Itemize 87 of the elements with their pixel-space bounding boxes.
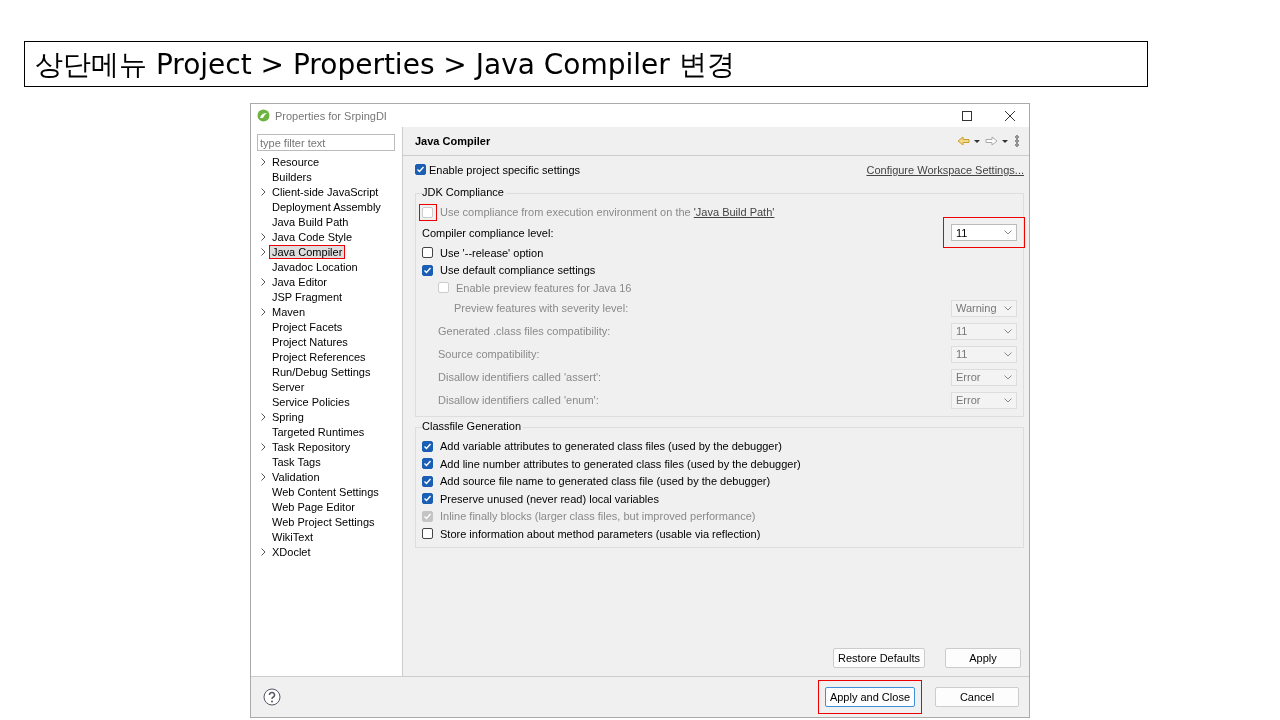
group-title: Classfile Generation [422, 419, 524, 432]
tree-item[interactable]: Web Project Settings [269, 514, 378, 529]
tree-item[interactable]: Project References [269, 349, 369, 364]
tree-item[interactable]: Project Facets [269, 319, 346, 334]
forward-arrow-icon[interactable] [985, 136, 1009, 146]
tree-item[interactable]: Task Tags [269, 454, 324, 469]
page-title: Java Compiler [415, 135, 492, 147]
chevron-down-icon [1004, 230, 1012, 235]
checkbox-label: Use '--release' option [440, 246, 544, 259]
chevron-down-icon [1004, 305, 1012, 311]
tree-item[interactable]: Targeted Runtimes [269, 424, 368, 439]
leaf-logo-icon [257, 109, 270, 122]
tree-item[interactable]: Java Code Style [269, 229, 356, 244]
checkbox[interactable] [422, 458, 433, 470]
configure-link[interactable]: Configure Workspace Settings... [866, 163, 1024, 176]
checkbox-label: Add source file name to generated class file (used by the debugger) [440, 475, 771, 488]
window-title: Properties for SrpingDI [275, 109, 388, 122]
back-arrow-icon[interactable] [957, 136, 981, 146]
tree-item[interactable]: Server [269, 379, 308, 394]
slide-title: 상단메뉴 Project > Properties > Java Compiler 변경 [24, 41, 1148, 87]
tree-item[interactable]: Builders [269, 169, 315, 184]
chevron-right-icon[interactable] [260, 277, 266, 286]
tree-item[interactable]: Project Natures [269, 334, 351, 349]
tree-item[interactable]: WikiText [269, 529, 316, 544]
chevron-right-icon[interactable] [260, 307, 266, 316]
dialog-button[interactable]: Apply [945, 648, 1021, 668]
tree-item[interactable]: JSP Fragment [269, 289, 346, 304]
setting-label: Compiler compliance level: [422, 226, 554, 239]
chevron-right-icon[interactable] [260, 412, 266, 421]
setting-label: Disallow identifiers called 'enum': [438, 394, 599, 406]
dialog-button[interactable]: Restore Defaults [833, 648, 925, 668]
tree-item[interactable]: Java Editor [269, 274, 331, 289]
tree-item[interactable]: Service Policies [269, 394, 353, 409]
checkbox-label: Store information about method parameters (usable via reflection) [440, 527, 761, 540]
chevron-down-icon [1004, 328, 1012, 334]
close-icon[interactable] [1005, 110, 1015, 121]
setting-label: Source compatibility: [438, 348, 540, 360]
chevron-right-icon[interactable] [260, 157, 266, 166]
checkbox-label: Preserve unused (never read) local variables [440, 492, 659, 505]
setting-label: Disallow identifiers called 'assert': [438, 371, 602, 383]
checkbox[interactable] [422, 475, 433, 487]
checkbox-label: Inline finally blocks (larger class files, but improved performance) [440, 510, 756, 523]
checkbox[interactable] [422, 440, 433, 452]
tree-item[interactable]: XDoclet [269, 544, 314, 559]
tree-item[interactable]: Client-side JavaScript [269, 184, 382, 199]
filter-field[interactable]: type filter text [257, 134, 395, 151]
tree-item[interactable]: Deployment Assembly [269, 199, 384, 214]
tree-item[interactable]: Run/Debug Settings [269, 364, 374, 379]
dialog-button[interactable]: Apply and Close [824, 687, 915, 707]
checkbox[interactable] [422, 493, 433, 505]
checkbox-label: Add variable attributes to generated class files (used by the debugger) [440, 440, 782, 453]
checkbox[interactable] [422, 247, 433, 259]
checkbox[interactable] [422, 528, 433, 540]
tree-item[interactable]: Java Build Path [269, 214, 352, 229]
maximize-icon[interactable] [962, 110, 972, 121]
tree-item[interactable]: Web Content Settings [269, 484, 382, 499]
chevron-down-icon [1004, 374, 1012, 380]
chevron-right-icon[interactable] [260, 442, 266, 451]
tree-item[interactable]: Javadoc Location [269, 259, 361, 274]
group-title: JDK Compliance [422, 185, 506, 198]
checkbox-label: Enable project specific settings [429, 163, 581, 176]
dropdown[interactable]: 11 [951, 224, 1017, 241]
chevron-right-icon[interactable] [260, 247, 266, 256]
tree-item[interactable]: Java Compiler [269, 244, 346, 259]
tree-item[interactable]: Resource [269, 154, 323, 169]
checkbox-label: Enable preview features for Java 16 [456, 281, 632, 294]
checkbox[interactable] [415, 164, 426, 176]
tree-item[interactable]: Spring [269, 409, 307, 424]
tree-item[interactable]: Task Repository [269, 439, 354, 454]
setting-label: Generated .class files compatibility: [438, 325, 611, 337]
chevron-right-icon[interactable] [260, 547, 266, 556]
checkbox[interactable] [422, 264, 433, 276]
dialog-button[interactable]: Cancel [935, 687, 1019, 707]
checkbox-label: Use default compliance settings [440, 264, 596, 277]
chevron-right-icon[interactable] [260, 472, 266, 481]
tree-item[interactable]: Validation [269, 469, 323, 484]
tree-item[interactable]: Maven [269, 304, 309, 319]
chevron-down-icon [1004, 397, 1012, 403]
more-options-icon[interactable] [1015, 135, 1019, 147]
setting-label: Preview features with severity level: [454, 302, 629, 314]
help-icon[interactable] [263, 688, 281, 706]
chevron-right-icon[interactable] [260, 187, 266, 196]
tree-item[interactable]: Web Page Editor [269, 499, 358, 514]
checkbox-label: Use compliance from execution environment on the 'Java Build Path' [440, 206, 775, 219]
checkbox-label: Add line number attributes to generated class files (used by the debugger) [440, 457, 801, 470]
chevron-down-icon [1004, 351, 1012, 357]
chevron-right-icon[interactable] [260, 232, 266, 241]
